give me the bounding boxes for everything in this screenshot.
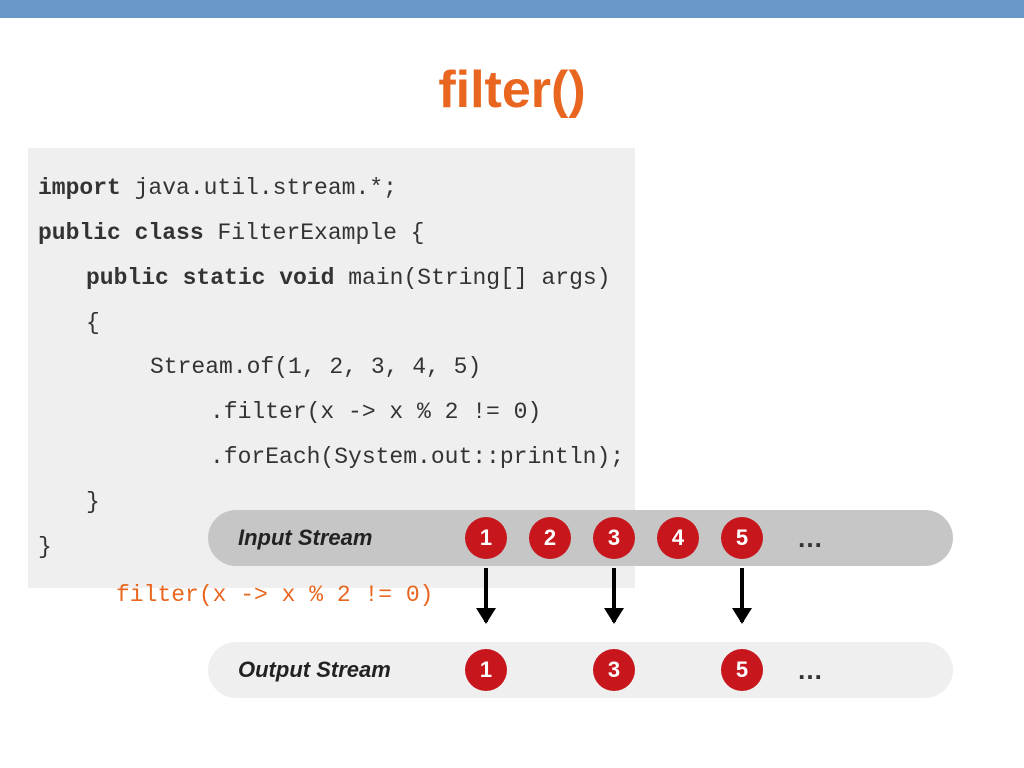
code-text: java.util.stream.*; — [121, 175, 397, 201]
input-value: 4 — [657, 517, 699, 559]
output-stream-row: Output Stream 1 3 5 … — [208, 642, 953, 698]
ellipsis: … — [797, 523, 823, 554]
input-circles: 1 2 3 4 5 … — [465, 517, 823, 559]
code-text: FilterExample { — [204, 220, 425, 246]
top-accent-bar — [0, 0, 1024, 18]
keyword: public static void — [86, 265, 334, 291]
input-stream-row: Input Stream 1 2 3 4 5 … — [208, 510, 953, 566]
output-value: 1 — [465, 649, 507, 691]
code-text: } — [38, 534, 52, 560]
code-text: } — [86, 489, 100, 515]
output-value: 3 — [593, 649, 635, 691]
slide-title: filter() — [0, 60, 1024, 120]
output-stream-label: Output Stream — [238, 657, 438, 683]
input-value: 2 — [529, 517, 571, 559]
keyword: import — [38, 175, 121, 201]
input-value: 3 — [593, 517, 635, 559]
ellipsis: … — [797, 655, 823, 686]
input-value: 5 — [721, 517, 763, 559]
code-text: Stream.of(1, 2, 3, 4, 5) — [150, 354, 481, 380]
output-circles: 1 3 5 … — [465, 649, 823, 691]
input-stream-label: Input Stream — [238, 525, 438, 551]
arrow-icon — [484, 568, 488, 622]
code-text: .forEach(System.out::println); — [210, 444, 624, 470]
filter-expression: filter(x -> x % 2 != 0) — [116, 582, 433, 608]
keyword: public class — [38, 220, 204, 246]
code-text: .filter(x -> x % 2 != 0) — [210, 399, 541, 425]
arrow-icon — [612, 568, 616, 622]
arrow-icon — [740, 568, 744, 622]
output-value: 5 — [721, 649, 763, 691]
input-value: 1 — [465, 517, 507, 559]
